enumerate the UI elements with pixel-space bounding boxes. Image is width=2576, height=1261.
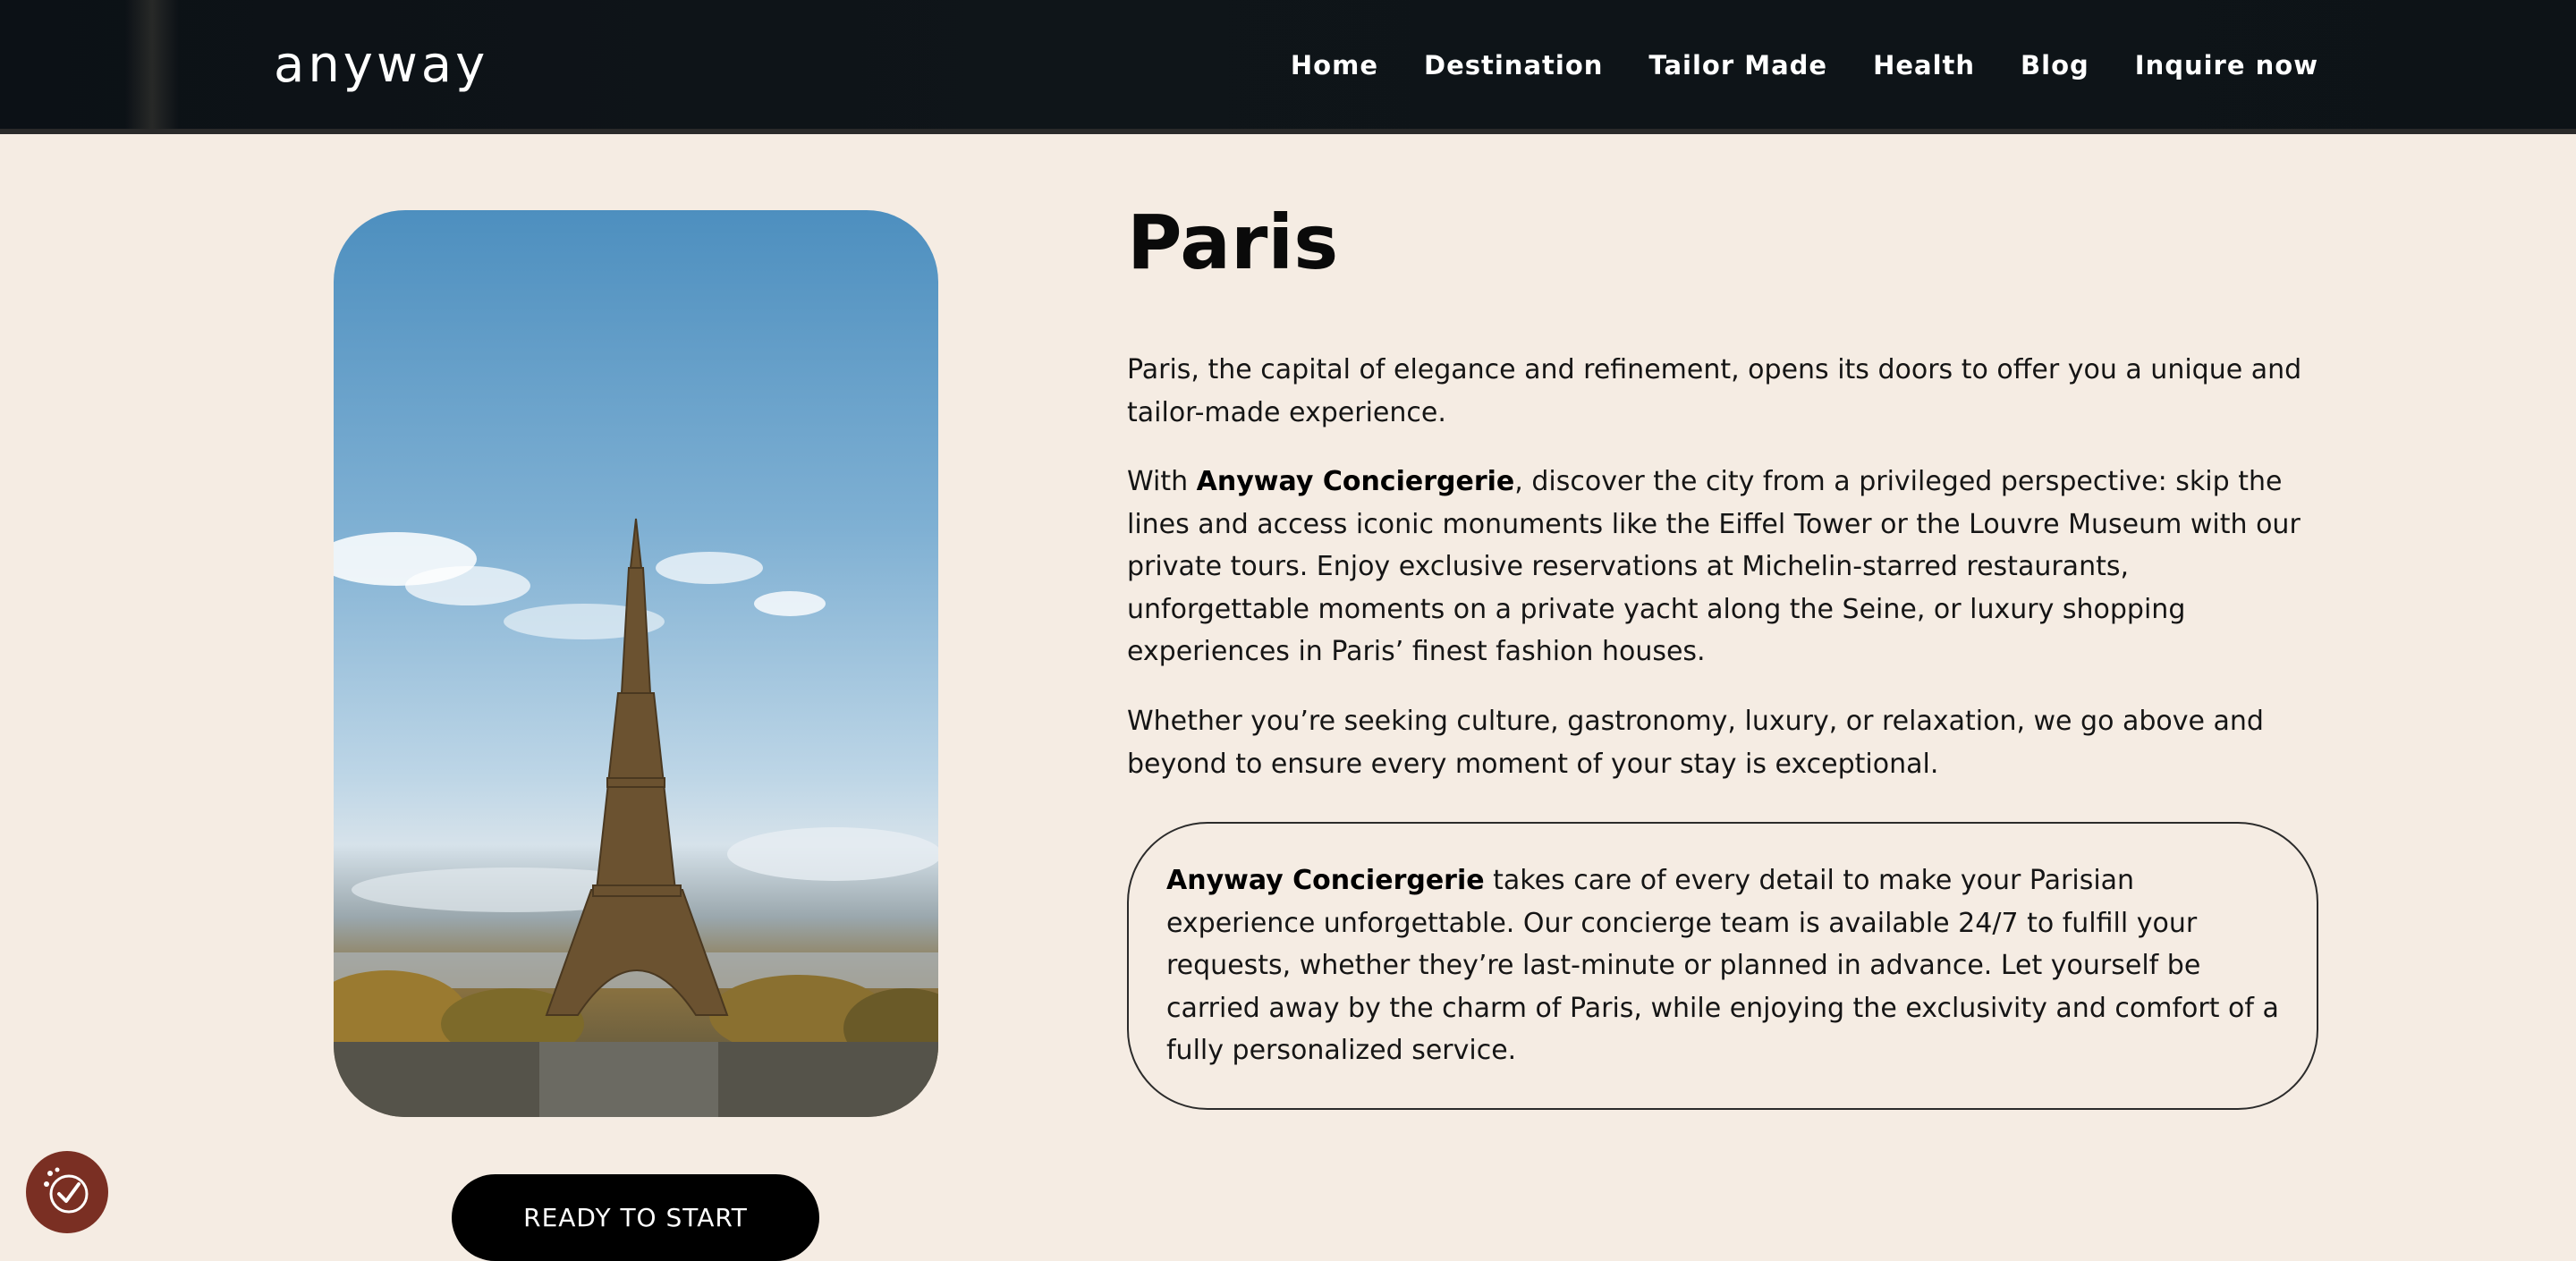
services-prefix: With: [1127, 466, 1197, 497]
ready-to-start-button[interactable]: READY TO START: [452, 1174, 819, 1261]
nav-home[interactable]: Home: [1291, 50, 1378, 80]
consent-badge[interactable]: [26, 1151, 108, 1233]
nav-destination[interactable]: Destination: [1424, 50, 1603, 80]
nav-blog[interactable]: Blog: [2021, 50, 2089, 80]
site-header: anyway Home Destination Tailor Made Heal…: [0, 0, 2576, 134]
header-texture: [125, 0, 179, 129]
intro-paragraph: Paris, the capital of elegance and refin…: [1127, 354, 2302, 428]
services-paragraph: With Anyway Conciergerie, discover the c…: [1127, 461, 2317, 673]
highlight-brand-bold: Anyway Conciergerie: [1166, 865, 1485, 896]
highlight-paragraph: Anyway Conciergerie takes care of every …: [1166, 859, 2284, 1072]
page-title: Paris: [1127, 199, 1339, 286]
site-logo[interactable]: anyway: [274, 36, 488, 94]
closing-paragraph: Whether you’re seeking culture, gastrono…: [1127, 706, 2264, 780]
concierge-highlight-box: Anyway Conciergerie takes care of every …: [1127, 822, 2318, 1110]
brand-name-bold: Anyway Conciergerie: [1196, 466, 1515, 497]
nav-health[interactable]: Health: [1873, 50, 1975, 80]
eiffel-tower-illustration: [334, 518, 938, 1117]
consent-check-icon: [44, 1167, 89, 1214]
main-nav: Home Destination Tailor Made Health Blog…: [1291, 50, 2318, 80]
eiffel-tower-photo: [334, 210, 938, 1117]
nav-tailor-made[interactable]: Tailor Made: [1648, 50, 1827, 80]
nav-inquire-now[interactable]: Inquire now: [2135, 50, 2318, 80]
